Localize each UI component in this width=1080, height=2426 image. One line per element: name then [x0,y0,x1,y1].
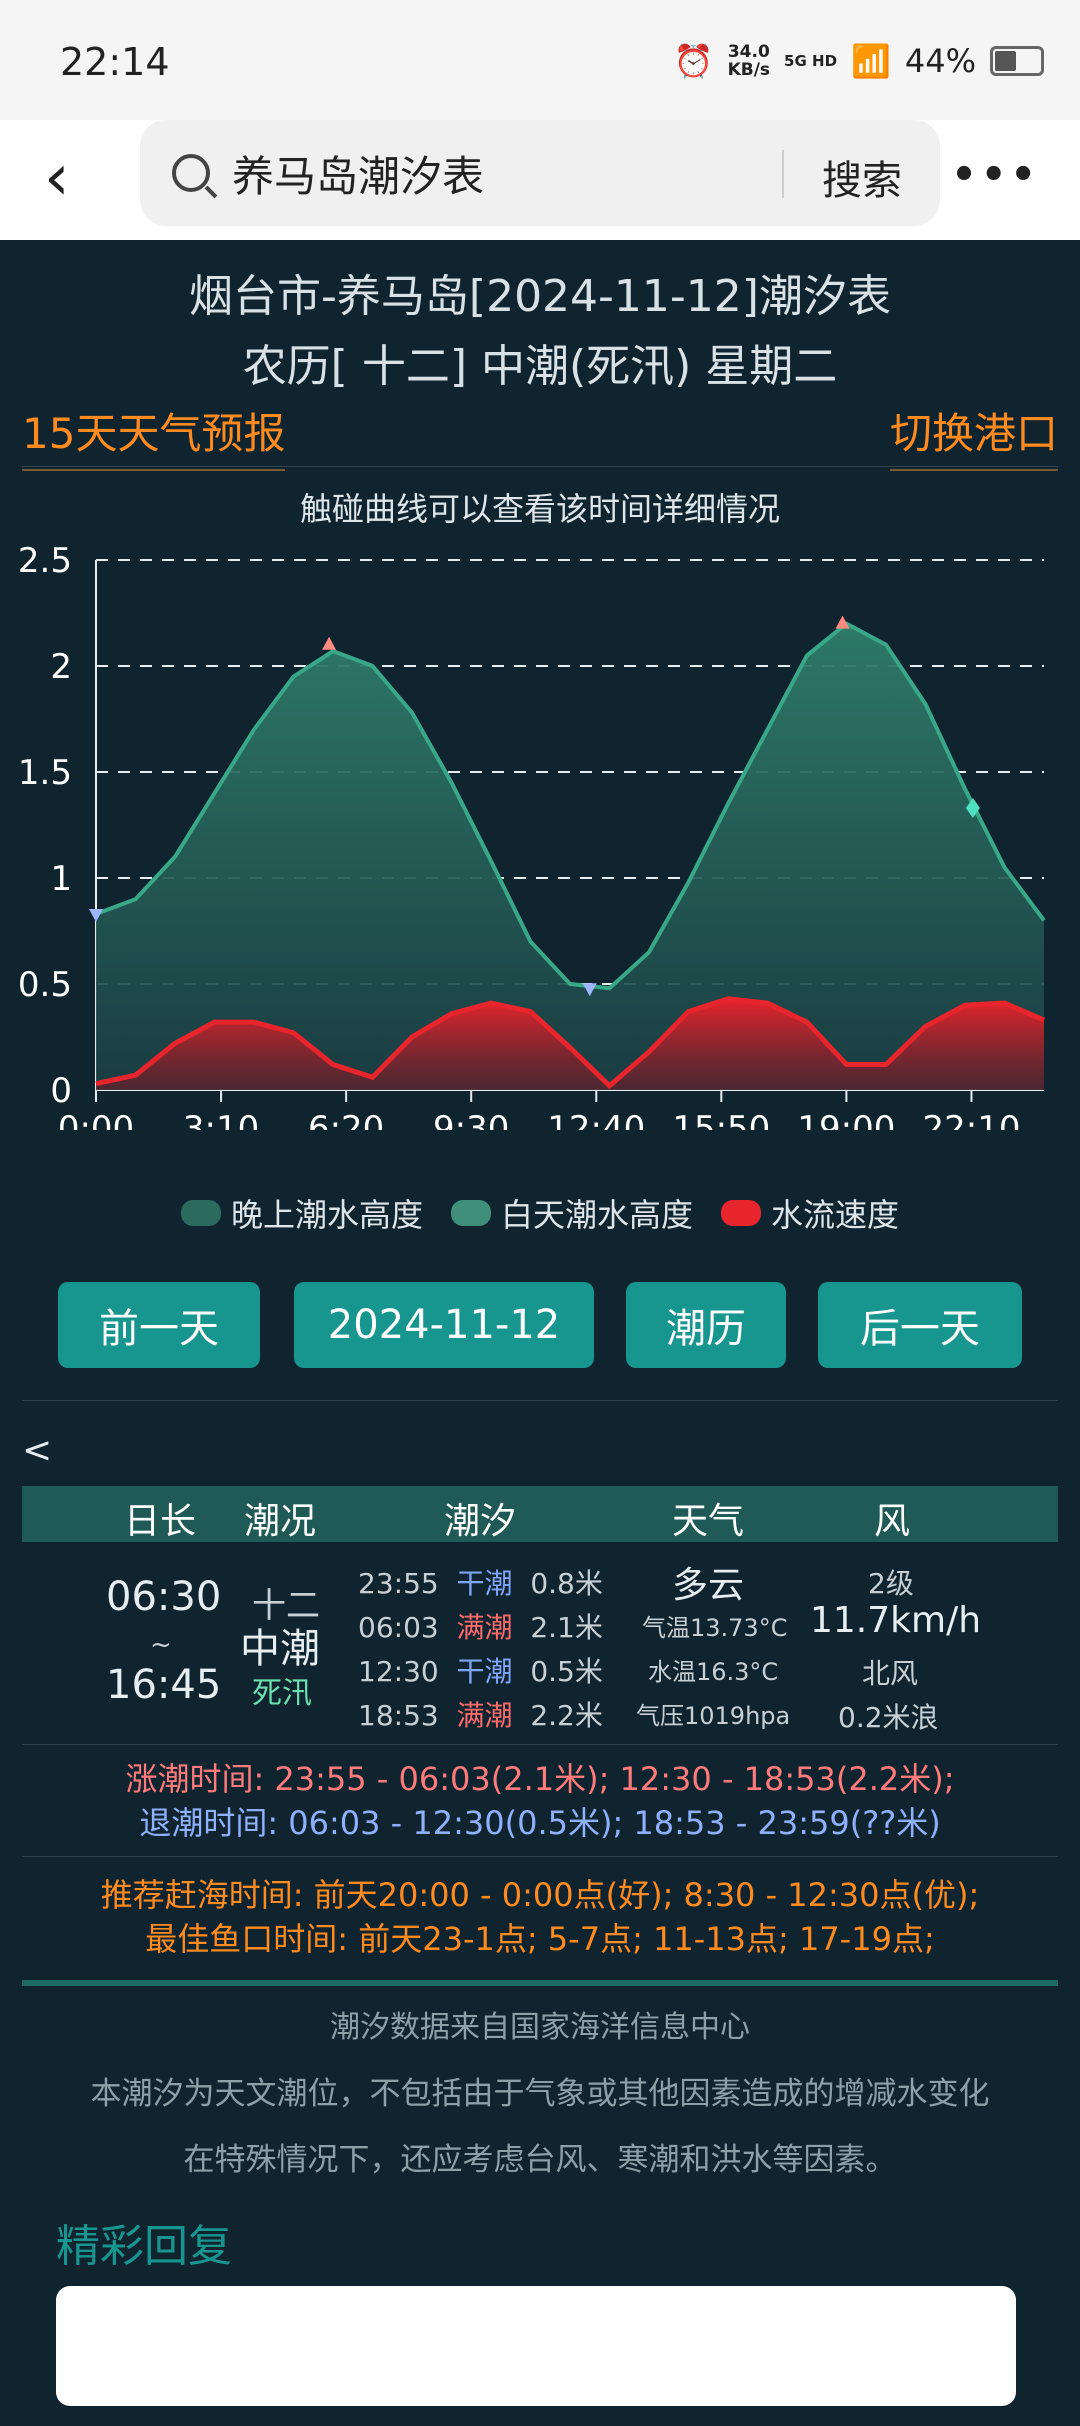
list-item: 12:30 干潮 0.5米 [358,1655,603,1688]
data-source: 潮汐数据来自国家海洋信息中心 [330,2010,750,2045]
sunset-time: 16:45 [106,1662,222,1708]
disclaimer-2: 在特殊情况下，还应考虑台风、寒潮和洪水等因素。 [183,2142,897,2178]
x-tick-label: 3:10 [183,1109,259,1130]
divider [22,466,1058,467]
y-tick-label: 1 [50,859,72,899]
fishing-times: 最佳鱼口时间: 前天23-1点; 5-7点; 11-13点; 17-19点; [145,1920,935,1958]
wind-level: 2级 [868,1567,914,1600]
sunrise-time: 06:30 [106,1574,222,1620]
x-tick-label: 6:20 [308,1109,384,1130]
y-tick-label: 2.5 [18,541,72,581]
chart-legend: 晚上潮水高度 白天潮水高度 水流速度 [0,1190,1080,1236]
x-tick-label: 12:40 [547,1109,645,1130]
list-item: 18:53 满潮 2.2米 [358,1699,603,1732]
search-button[interactable]: 搜索 [822,148,902,206]
chart-series [95,621,1046,1090]
x-tick-label: 0:00 [58,1109,134,1130]
lunar-subtitle: 农历[ 十二] 中潮(死汛) 星期二 [242,341,838,392]
divider [22,1856,1058,1857]
pressure: 气压1019hpa [636,1702,791,1730]
y-tick-label: 1.5 [18,753,72,793]
weather-forecast-link[interactable]: 15天天气预报 [22,400,286,471]
col-tide: 潮汐 [444,1501,517,1542]
legend-label: 白天潮水高度 [500,1196,693,1234]
wave-height: 0.2米浪 [838,1701,939,1734]
back-icon[interactable]: ‹ [44,146,70,210]
air-temp: 气温13.73°C [642,1614,788,1642]
tide-list: 23:55 干潮 0.8米 06:03 满潮 2.1米 12:30 干潮 0.5… [358,1562,628,1738]
list-item: 23:55 干潮 0.8米 [358,1567,603,1600]
beachcombing-times: 推荐赶海时间: 前天20:00 - 0:00点(好); 8:30 - 12:30… [100,1876,980,1914]
divider [22,1400,1058,1401]
battery-icon [990,46,1044,76]
more-icon[interactable]: ••• [951,152,1040,198]
falling-tide-times: 退潮时间: 06:03 - 12:30(0.5米); 18:53 - 23:59… [139,1804,941,1842]
wifi-icon: 📶 [851,42,891,80]
search-icon [172,154,210,192]
page-title: 烟台市-养马岛[2024-11-12]潮汐表 [189,271,891,322]
reply-input[interactable] [56,2286,1016,2406]
time-separator: ~ [150,1630,172,1660]
tide-type: 死汛 [252,1676,312,1711]
x-tick-label: 19:00 [797,1109,895,1130]
legend-label: 晚上潮水高度 [230,1196,423,1234]
search-divider [782,150,784,198]
legend-label: 水流速度 [771,1196,900,1234]
wind-speed: 11.7km/h [810,1600,982,1641]
legend-swatch [180,1200,221,1226]
col-daylength: 日长 [124,1501,197,1542]
search-query[interactable]: 养马岛潮汐表 [232,143,484,204]
status-icons: ⏰ 34.0 KB/s 5G HD 📶 44% [674,42,1044,80]
search-input[interactable]: 养马岛潮汐表 搜索 [140,120,940,226]
col-tide-status: 潮况 [244,1501,317,1542]
disclaimer-1: 本潮汐为天文潮位，不包括由于气象或其他因素造成的增减水变化 [90,2076,990,2112]
tide-level: 中潮 [240,1626,320,1672]
y-tick-label: 0.5 [18,965,72,1005]
x-tick-label: 15:50 [672,1109,770,1130]
prev-day-button[interactable]: 前一天 [58,1282,260,1368]
col-wind: 风 [874,1501,911,1542]
tide-high-marker [322,636,337,650]
net-speed: 34.0 KB/s [727,42,771,80]
water-temp: 水温16.3°C [648,1658,779,1686]
list-item: 06:03 满潮 2.1米 [358,1611,603,1644]
weather-desc: 多云 [672,1565,745,1606]
y-tick-label: 0 [50,1071,72,1111]
search-header: ‹ 养马岛潮汐表 搜索 ••• [0,120,1080,240]
legend-swatch [450,1200,491,1226]
next-day-button[interactable]: 后一天 [818,1282,1022,1368]
chart-hint: 触碰曲线可以查看该时间详细情况 [299,490,780,528]
legend-swatch [721,1200,761,1226]
collapse-toggle[interactable]: < [22,1430,52,1471]
legend-item-flow[interactable]: 水流速度 [721,1190,899,1236]
replies-title: 精彩回复 [56,2221,232,2272]
y-axis: 0 0.5 1 1.5 2 2.5 [18,541,97,1111]
divider [22,1744,1058,1745]
rising-tide-times: 涨潮时间: 23:55 - 06:03(2.1米); 12:30 - 18:53… [125,1760,955,1798]
tide-calendar-button[interactable]: 潮历 [626,1282,786,1368]
status-bar: 22:14 ⏰ 34.0 KB/s 5G HD 📶 44% [0,0,1080,120]
legend-item-night[interactable]: 晚上潮水高度 [180,1190,423,1236]
signal-icon: 5G HD [784,52,838,70]
status-time: 22:14 [60,40,170,84]
section-divider [22,1980,1058,1986]
x-axis: 0:00 3:10 6:20 9:30 12:40 15:50 19:00 22:10 [58,1089,1044,1130]
col-weather: 天气 [672,1501,745,1542]
y-tick-label: 2 [50,647,72,687]
switch-port-link[interactable]: 切换港口 [889,400,1058,471]
tide-chart[interactable]: 0 0.5 1 1.5 2 2.5 0:00 3:10 6:20 9:30 12:40 15:50 1… [0,530,1080,1130]
wind-direction: 北风 [862,1657,919,1690]
legend-item-day[interactable]: 白天潮水高度 [450,1190,693,1236]
alarm-icon: ⏰ [673,42,714,80]
x-tick-label: 9:30 [433,1109,509,1130]
table-header: 日长 潮况 潮汐 天气 风 [22,1486,1058,1542]
x-tick-label: 22:10 [922,1109,1020,1130]
battery-level: 44% [904,42,976,80]
date-button[interactable]: 2024-11-12 [294,1282,594,1368]
